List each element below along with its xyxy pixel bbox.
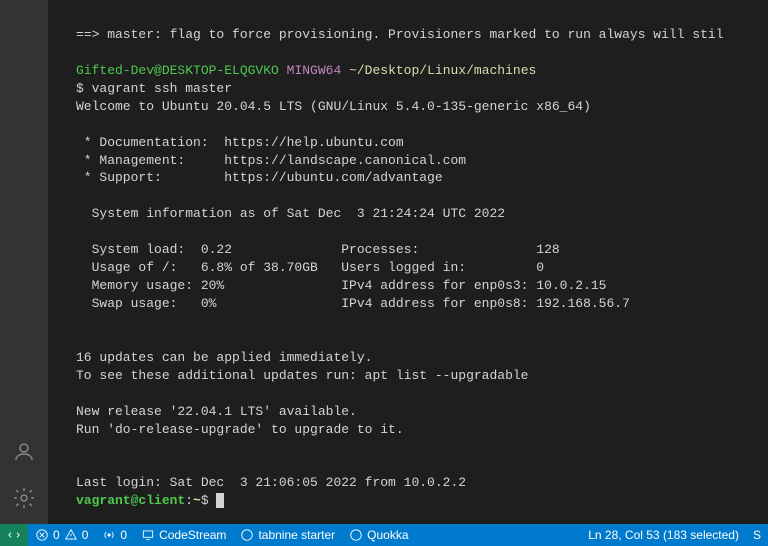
ports-indicator[interactable]: 0 — [95, 524, 134, 546]
output-line: 16 updates can be applied immediately. — [76, 350, 372, 365]
output-line: Run 'do-release-upgrade' to upgrade to i… — [76, 422, 404, 437]
output-line: * Documentation: https://help.ubuntu.com — [76, 135, 404, 150]
prompt-line: Gifted-Dev@DESKTOP-ELQGVKO MINGW64 ~/Des… — [76, 63, 536, 78]
status-extra-label: S — [753, 528, 761, 542]
output-line: ==> master: flag to force provisioning. … — [76, 27, 724, 42]
errors-count: 0 — [53, 528, 60, 542]
warnings-count: 0 — [82, 528, 89, 542]
quokka-button[interactable]: Quokka — [342, 524, 415, 546]
accounts-icon[interactable] — [12, 440, 36, 468]
prompt-path: ~/Desktop/Linux/machines — [349, 63, 536, 78]
output-line: Welcome to Ubuntu 20.04.5 LTS (GNU/Linux… — [76, 99, 591, 114]
settings-gear-icon[interactable] — [12, 486, 36, 514]
status-bar: 0 0 0 CodeStream tabnine starter Quokka … — [0, 524, 768, 546]
cursor-position-label: Ln 28, Col 53 (183 selected) — [588, 528, 739, 542]
codestream-icon — [141, 528, 155, 542]
ssh-user-host: vagrant@client — [76, 493, 185, 508]
quokka-label: Quokka — [367, 528, 408, 542]
problems-indicator[interactable]: 0 0 — [28, 524, 95, 546]
terminal-cursor — [216, 493, 224, 508]
ssh-colon: : — [185, 493, 193, 508]
command-line: $ vagrant ssh master — [76, 81, 232, 96]
output-line: System information as of Sat Dec 3 21:24… — [76, 206, 505, 221]
error-icon — [35, 528, 49, 542]
output-line: Swap usage: 0% IPv4 address for enp0s8: … — [76, 296, 630, 311]
output-line: Last login: Sat Dec 3 21:06:05 2022 from… — [76, 475, 466, 490]
ports-count: 0 — [120, 528, 127, 542]
output-line: New release '22.04.1 LTS' available. — [76, 404, 357, 419]
quokka-icon — [349, 528, 363, 542]
tabnine-button[interactable]: tabnine starter — [233, 524, 342, 546]
codestream-label: CodeStream — [159, 528, 226, 542]
activity-bar — [0, 0, 48, 524]
broadcast-icon — [102, 528, 116, 542]
output-line: * Support: https://ubuntu.com/advantage — [76, 170, 443, 185]
output-line: * Management: https://landscape.canonica… — [76, 153, 466, 168]
warning-icon — [64, 528, 78, 542]
output-line: To see these additional updates run: apt… — [76, 368, 528, 383]
status-extra[interactable]: S — [746, 528, 768, 542]
output-line: System load: 0.22 Processes: 128 — [76, 242, 560, 257]
ssh-prompt: vagrant@client:~$ — [76, 493, 224, 508]
codestream-button[interactable]: CodeStream — [134, 524, 233, 546]
cursor-position[interactable]: Ln 28, Col 53 (183 selected) — [581, 528, 746, 542]
prompt-env: MINGW64 — [287, 63, 342, 78]
output-line: Memory usage: 20% IPv4 address for enp0s… — [76, 278, 607, 293]
remote-indicator[interactable] — [0, 524, 28, 546]
ssh-path: ~ — [193, 493, 201, 508]
terminal-panel[interactable]: ==> master: flag to force provisioning. … — [48, 0, 768, 524]
tabnine-icon — [240, 528, 254, 542]
output-line: Usage of /: 6.8% of 38.70GB Users logged… — [76, 260, 544, 275]
ssh-dollar: $ — [201, 493, 217, 508]
tabnine-label: tabnine starter — [258, 528, 335, 542]
prompt-user-host: Gifted-Dev@DESKTOP-ELQGVKO — [76, 63, 279, 78]
